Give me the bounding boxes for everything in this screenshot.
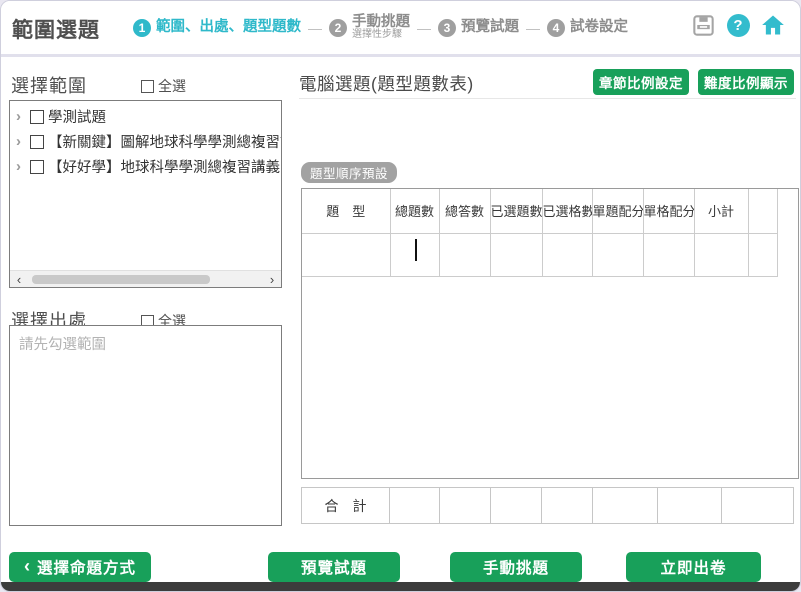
tree-item-label: 【新關鍵】圖解地球科學學測總複習講義 <box>48 131 281 152</box>
step-1-label: 範圍、出處、題型題數 <box>156 20 301 35</box>
total-cell <box>593 488 658 524</box>
preview-questions-button[interactable]: 預覽試題 <box>268 552 400 582</box>
col-header-points-per-blank: 單格配分 <box>643 189 694 233</box>
range-tree-panel: › 學測試題 › 【新關鍵】圖解地球科學學測總複習講義 › 【好好學】地球科學學… <box>9 100 282 288</box>
horizontal-scrollbar[interactable]: ‹ › <box>10 270 281 287</box>
col-header-blank <box>748 189 777 233</box>
chapter-ratio-button[interactable]: 章節比例設定 <box>593 69 689 95</box>
difficulty-ratio-button[interactable]: 難度比例顯示 <box>698 69 794 95</box>
tree-item[interactable]: › 學測試題 <box>10 104 281 129</box>
header-divider <box>1 54 800 57</box>
step-4-number: 4 <box>547 19 565 37</box>
page-title: 範圍選題 <box>12 14 100 44</box>
scroll-right-icon[interactable]: › <box>265 271 279 287</box>
app-window: 範圍選題 1 範圍、出處、題型題數 — 2 手動挑題 選擇性步驟 — 3 預 <box>0 0 801 592</box>
table-header-row: 題 型 總題數 總答數 已選題數 已選格數 單題配分 單格配分 小計 <box>302 189 777 233</box>
scroll-left-icon[interactable]: ‹ <box>12 271 26 287</box>
question-type-order-preset-button[interactable]: 題型順序預設 <box>301 162 397 183</box>
step-separator: — <box>417 20 431 36</box>
tree-item-checkbox[interactable] <box>30 110 44 124</box>
step-2-label: 手動挑題 <box>352 15 410 30</box>
expand-chevron-icon[interactable]: › <box>16 158 30 175</box>
step-1-range[interactable]: 1 範圍、出處、題型題數 <box>133 19 301 37</box>
step-separator: — <box>308 20 322 36</box>
step-indicator: 1 範圍、出處、題型題數 — 2 手動挑題 選擇性步驟 — 3 預覽試題 <box>133 1 628 54</box>
total-row: 合 計 <box>302 488 794 524</box>
header: 範圍選題 1 範圍、出處、題型題數 — 2 手動挑題 選擇性步驟 — 3 預 <box>1 1 800 54</box>
total-cell <box>491 488 542 524</box>
cell-question-type[interactable] <box>302 233 390 276</box>
expand-chevron-icon[interactable]: › <box>16 133 30 150</box>
panel-divider <box>299 98 796 99</box>
step-4-settings[interactable]: 4 試卷設定 <box>547 19 628 37</box>
bottom-edge-strip <box>1 582 800 591</box>
col-header-points-per-question: 單題配分 <box>592 189 643 233</box>
cell-selected-questions[interactable] <box>490 233 542 276</box>
tree-item-checkbox[interactable] <box>30 160 44 174</box>
col-header-selected-blanks: 已選格數 <box>542 189 592 233</box>
step-separator: — <box>526 20 540 36</box>
cell-points-per-question[interactable] <box>592 233 643 276</box>
tree-item[interactable]: › 【好好學】地球科學學測總複習講義 實力 <box>10 154 281 179</box>
cell-points-per-blank[interactable] <box>643 233 694 276</box>
computer-selection-title: 電腦選題(題型題數表) <box>299 71 474 96</box>
tree-item-label: 【好好學】地球科學學測總複習講義 實力 <box>48 156 281 177</box>
back-chevron-icon: ‹ <box>24 556 31 577</box>
expand-chevron-icon[interactable]: › <box>16 108 30 125</box>
question-type-table-container: 題 型 總題數 總答數 已選題數 已選格數 單題配分 單格配分 小計 <box>301 188 799 479</box>
step-3-number: 3 <box>438 19 456 37</box>
save-icon[interactable] <box>690 12 716 38</box>
step-3-label: 預覽試題 <box>461 20 519 35</box>
source-list-panel: 請先勾選範圍 <box>9 325 282 526</box>
total-cell <box>542 488 593 524</box>
step-2-sublabel: 選擇性步驟 <box>352 30 410 41</box>
range-select-all[interactable]: 全選 <box>141 76 186 96</box>
help-icon[interactable]: ? <box>725 12 751 38</box>
step-3-preview[interactable]: 3 預覽試題 <box>438 19 519 37</box>
total-row-table: 合 計 <box>301 487 794 524</box>
col-header-total-questions: 總題數 <box>390 189 439 233</box>
total-cell <box>658 488 722 524</box>
total-cell <box>440 488 491 524</box>
cell-selected-blanks[interactable] <box>542 233 592 276</box>
back-to-method-button[interactable]: ‹ 選擇命題方式 <box>9 552 151 582</box>
col-header-subtotal: 小計 <box>694 189 748 233</box>
range-section-title: 選擇範圍 <box>11 72 87 98</box>
range-select-all-label: 全選 <box>158 76 186 96</box>
col-header-total-answers: 總答數 <box>439 189 490 233</box>
step-2-number: 2 <box>329 19 347 37</box>
text-caret <box>415 239 417 261</box>
total-cell <box>722 488 794 524</box>
home-icon[interactable] <box>760 12 786 38</box>
range-select-all-checkbox[interactable] <box>141 80 154 93</box>
total-label-cell: 合 計 <box>302 488 390 524</box>
cell-total-answers[interactable] <box>439 233 490 276</box>
cell-subtotal[interactable] <box>694 233 748 276</box>
manual-pick-button[interactable]: 手動挑題 <box>450 552 582 582</box>
col-header-selected-questions: 已選題數 <box>490 189 542 233</box>
total-cell <box>390 488 440 524</box>
step-4-label: 試卷設定 <box>570 20 628 35</box>
tree-item[interactable]: › 【新關鍵】圖解地球科學學測總複習講義 <box>10 129 281 154</box>
col-header-question-type: 題 型 <box>302 189 390 233</box>
back-button-label: 選擇命題方式 <box>37 556 136 578</box>
scrollbar-thumb[interactable] <box>32 275 210 284</box>
cell-blank <box>748 233 777 276</box>
tree-item-checkbox[interactable] <box>30 135 44 149</box>
step-1-number: 1 <box>133 19 151 37</box>
step-2-manual-pick[interactable]: 2 手動挑題 選擇性步驟 <box>329 15 410 41</box>
question-type-table: 題 型 總題數 總答數 已選題數 已選格數 單題配分 單格配分 小計 <box>302 189 778 277</box>
tree-item-label: 學測試題 <box>48 106 106 127</box>
table-row <box>302 233 777 276</box>
generate-paper-button[interactable]: 立即出卷 <box>626 552 761 582</box>
source-placeholder-text: 請先勾選範圍 <box>19 333 106 354</box>
